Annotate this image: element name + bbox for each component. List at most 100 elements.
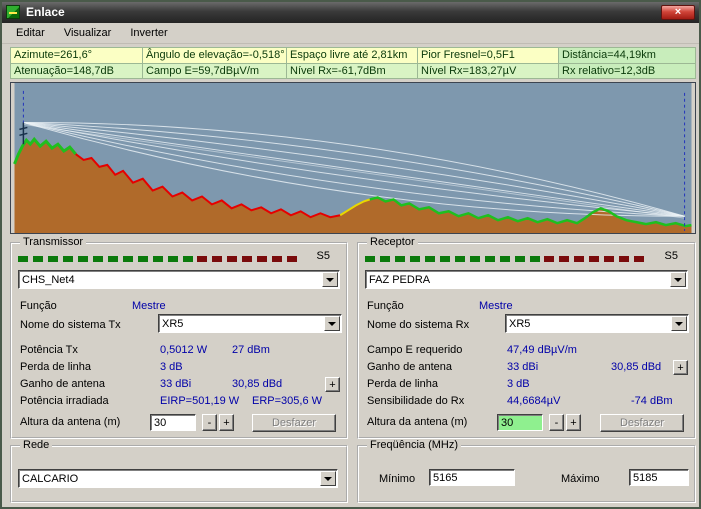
receiver-legend: Receptor xyxy=(367,236,418,248)
rx-role-value[interactable]: Mestre xyxy=(479,298,513,315)
transmitter-legend: Transmissor xyxy=(20,236,87,248)
info-bar: Azimute=261,6° Ângulo de elevação=-0,518… xyxy=(10,47,696,79)
tx-role-row: Função Mestre xyxy=(20,298,342,315)
tx-role-label: Função xyxy=(20,300,57,312)
rx-undo-button[interactable]: Desfazer xyxy=(600,414,684,432)
rx-system-combo[interactable]: XR5 xyxy=(505,314,689,333)
network-combo[interactable]: CALCARIO xyxy=(18,469,338,488)
dropdown-arrow-icon[interactable] xyxy=(670,272,686,287)
info-free-space: Espaço livre até 2,81km xyxy=(287,47,418,63)
rx-signal-level: S5 xyxy=(664,250,678,262)
info-distance: Distância=44,19km xyxy=(559,47,696,63)
info-rx-relative: Rx relativo=12,3dB xyxy=(559,63,696,79)
frequency-min-input[interactable] xyxy=(429,469,515,486)
frequency-groupbox: Freqüência (MHz) Mínimo Máximo xyxy=(357,439,696,503)
tx-gain-plus-button[interactable]: + xyxy=(325,377,340,392)
rx-signal-bar-green xyxy=(365,256,545,262)
dropdown-arrow-icon[interactable] xyxy=(320,471,336,486)
tx-signal-bar-green xyxy=(18,256,198,262)
tx-antenna-height-row: Altura da antena (m) - + Desfazer xyxy=(20,414,342,432)
menu-item-visualizar[interactable]: Visualizar xyxy=(56,23,120,44)
rx-system-label: Nome do sistema Rx xyxy=(367,319,470,331)
dropdown-arrow-icon[interactable] xyxy=(324,316,340,331)
rx-role-row: Função Mestre xyxy=(367,298,690,315)
rx-gain-plus-button[interactable]: + xyxy=(673,360,688,375)
rx-antenna-height-increase-button[interactable]: + xyxy=(566,414,581,431)
field-value: -74 dBm xyxy=(631,395,673,407)
rx-line-loss-row: Perda de linha 3 dB xyxy=(367,376,690,393)
field-label: Campo E requerido xyxy=(367,344,463,356)
rx-antenna-gain-row: Ganho de antena 33 dBi 30,85 dBd + xyxy=(367,359,690,376)
frequency-legend: Freqüência (MHz) xyxy=(367,439,462,451)
field-value: 47,49 dBµV/m xyxy=(507,344,577,356)
field-label: Ganho de antena xyxy=(367,361,453,373)
dropdown-arrow-icon[interactable] xyxy=(671,316,687,331)
field-value: 0,5012 W xyxy=(160,344,208,356)
rx-signal-bar-red xyxy=(544,256,645,262)
rx-antenna-height-decrease-button[interactable]: - xyxy=(549,414,564,431)
rx-required-field-row: Campo E requerido 47,49 dBµV/m xyxy=(367,342,690,359)
tx-antenna-height-decrease-button[interactable]: - xyxy=(202,414,217,431)
info-rx-level-uv: Nível Rx=183,27µV xyxy=(418,63,559,79)
terrain-profile-chart xyxy=(10,82,696,234)
field-label: Potência Tx xyxy=(20,344,78,356)
rx-system-value: XR5 xyxy=(509,318,531,330)
rx-antenna-height-input[interactable] xyxy=(497,414,543,431)
field-value: 3 dB xyxy=(160,361,183,373)
tx-line-loss-row: Perda de linha 3 dB xyxy=(20,359,342,376)
menu-item-editar[interactable]: Editar xyxy=(8,23,53,44)
field-value: 30,85 dBd xyxy=(611,361,662,373)
dropdown-arrow-icon[interactable] xyxy=(322,272,338,287)
tx-undo-button[interactable]: Desfazer xyxy=(252,414,336,432)
enlace-window: Enlace × Editar Visualizar Inverter Azim… xyxy=(0,0,701,509)
tx-role-value[interactable]: Mestre xyxy=(132,298,166,315)
field-label: Sensibilidade do Rx xyxy=(367,395,465,407)
field-value: EIRP=501,19 W xyxy=(160,395,240,407)
tx-unit-value: CHS_Net4 xyxy=(22,274,75,286)
tx-unit-combo[interactable]: CHS_Net4 xyxy=(18,270,340,289)
info-worst-fresnel: Pior Fresnel=0,5F1 xyxy=(418,47,559,63)
close-button[interactable]: × xyxy=(661,5,695,20)
rx-unit-combo[interactable]: FAZ PEDRA xyxy=(365,270,688,289)
info-elevation-angle: Ângulo de elevação=-0,518° xyxy=(143,47,287,63)
network-groupbox: Rede CALCARIO xyxy=(10,439,348,503)
field-value: 3 dB xyxy=(507,378,530,390)
info-field-strength: Campo E=59,7dBµV/m xyxy=(143,63,287,79)
frequency-max-input[interactable] xyxy=(629,469,689,486)
rx-unit-value: FAZ PEDRA xyxy=(369,274,431,286)
menu-bar: Editar Visualizar Inverter xyxy=(2,23,699,44)
field-value: 33 dBi xyxy=(160,378,192,390)
tx-antenna-height-input[interactable] xyxy=(150,414,196,431)
tx-signal-bar-red xyxy=(197,256,298,262)
menu-item-inverter[interactable]: Inverter xyxy=(122,23,175,44)
network-value: CALCARIO xyxy=(22,473,79,485)
field-label: Potência irradiada xyxy=(20,395,109,407)
window-title: Enlace xyxy=(26,5,65,19)
receiver-groupbox: Receptor S5 FAZ PEDRA Função Mestre Nome… xyxy=(357,236,696,439)
frequency-min-label: Mínimo xyxy=(379,473,416,485)
rx-antenna-height-row: Altura da antena (m) - + Desfazer xyxy=(367,414,690,432)
tx-system-value: XR5 xyxy=(162,318,184,330)
info-azimuth: Azimute=261,6° xyxy=(10,47,143,63)
info-row-2: Atenuação=148,7dB Campo E=59,7dBµV/m Nív… xyxy=(10,63,696,79)
frequency-max-label: Máximo xyxy=(561,473,600,485)
tx-system-label: Nome do sistema Tx xyxy=(20,319,121,331)
field-label: Perda de linha xyxy=(367,378,438,390)
field-label: Perda de linha xyxy=(20,361,91,373)
title-bar: Enlace × xyxy=(2,2,699,23)
transmitter-groupbox: Transmissor S5 CHS_Net4 Função Mestre No… xyxy=(10,236,348,439)
field-value: 33 dBi xyxy=(507,361,539,373)
tx-radiated-power-row: Potência irradiada EIRP=501,19 W ERP=305… xyxy=(20,393,342,410)
rx-signal-bar xyxy=(365,256,645,262)
rx-role-label: Função xyxy=(367,300,404,312)
field-label: Ganho de antena xyxy=(20,378,106,390)
tx-antenna-height-increase-button[interactable]: + xyxy=(219,414,234,431)
rx-sensitivity-row: Sensibilidade do Rx 44,6684µV -74 dBm xyxy=(367,393,690,410)
field-value: 30,85 dBd xyxy=(232,378,283,390)
field-value: 27 dBm xyxy=(232,344,270,356)
tx-antenna-gain-row: Ganho de antena 33 dBi 30,85 dBd + xyxy=(20,376,342,393)
field-value: 44,6684µV xyxy=(507,395,561,407)
tx-signal-bar xyxy=(18,256,298,262)
network-legend: Rede xyxy=(20,439,53,451)
tx-system-combo[interactable]: XR5 xyxy=(158,314,342,333)
